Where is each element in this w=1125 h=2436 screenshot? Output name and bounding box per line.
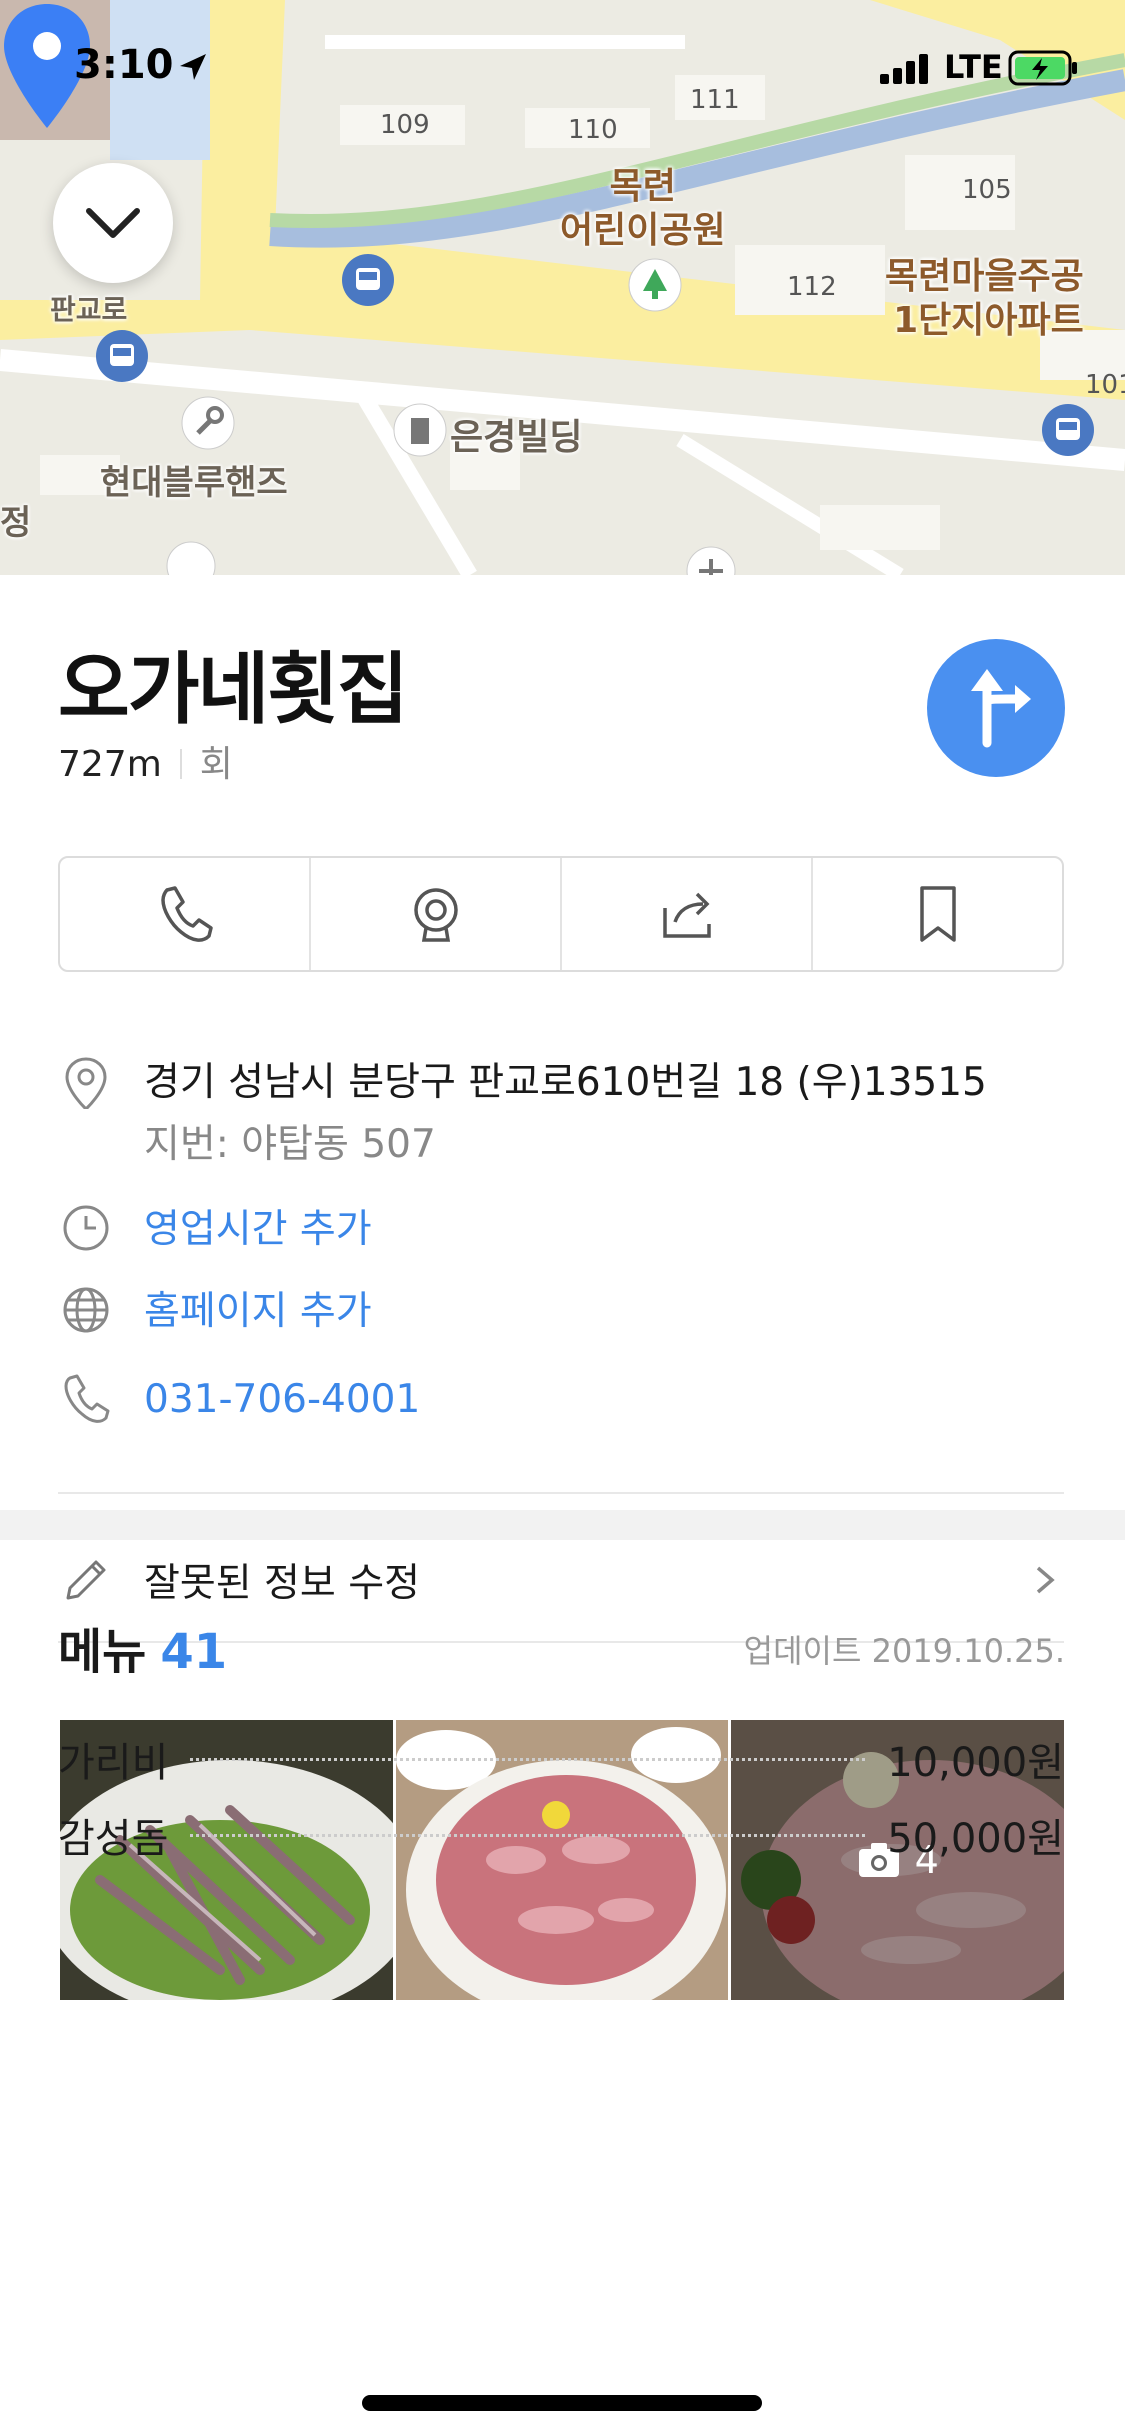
apartment-label[interactable]: 목련마을주공 1단지아파트 [885,255,1084,343]
menu-header[interactable]: 메뉴 41 [58,1612,227,1682]
bus-stop-icon[interactable] [340,252,396,308]
directions-button[interactable] [927,639,1065,777]
signal-icon [880,54,928,84]
menu-item-price: 50,000원 [887,1816,1064,1862]
status-bar: 3:10 LTE [0,0,1125,130]
park-tree-icon [628,258,682,312]
building-number: 112 [787,272,837,302]
street-view-icon [413,888,458,942]
bus-stop-icon[interactable] [1040,402,1096,458]
directions-arrow-icon [971,669,1031,748]
phone-link[interactable]: 031-706-4001 [144,1370,420,1430]
pencil-icon [66,1560,106,1600]
battery-icon [1008,50,1077,86]
building-number: 101 [1085,370,1125,400]
menu-item: 가리비 10,000원 [58,1730,1064,1788]
collapse-button[interactable] [53,163,173,283]
hours-row[interactable]: 영업시간 추가 [58,1200,372,1260]
menu-dots [190,1757,866,1761]
chevron-right-icon [1036,1566,1055,1594]
divider [58,1492,1064,1494]
chevron-down-icon [86,208,140,238]
menu-dots [190,1833,866,1837]
park-label[interactable]: 목련 어린이공원 [560,165,726,253]
car-repair-icon [181,396,235,450]
share-button[interactable] [562,858,813,970]
map-label-partial: 정 [0,503,32,543]
menu-count: 41 [160,1624,228,1680]
menu-item: 감성돔 50,000원 [58,1806,1064,1864]
hyundai-label[interactable]: 현대블루핸즈 [100,455,288,504]
homepage-row[interactable]: 홈페이지 추가 [58,1282,372,1342]
bus-stop-icon[interactable] [94,328,150,384]
share-icon [662,892,711,938]
menu-item-price: 10,000원 [887,1740,1064,1786]
action-bar [58,856,1064,972]
meta-divider [179,749,182,779]
place-name: 오가네횟집 [58,645,409,735]
building-icon [393,403,447,457]
phone-icon [64,1374,110,1423]
phone-row[interactable]: 031-706-4001 [58,1370,420,1430]
address-text[interactable]: 경기 성남시 분당구 판교로610번길 18 (우)13515 [144,1053,987,1113]
place-meta: 727m 회 [58,735,233,787]
bookmark-icon [919,886,956,942]
call-button[interactable] [60,858,311,970]
add-hours-link[interactable]: 영업시간 추가 [144,1200,372,1260]
add-homepage-link[interactable]: 홈페이지 추가 [144,1282,372,1342]
menu-title: 메뉴 [58,1624,147,1680]
call-icon [160,886,213,942]
address-row: 경기 성남시 분당구 판교로610번길 18 (우)13515 지번: 야탑동 … [58,1053,987,1169]
place-category: 회 [199,744,233,785]
building-number: 105 [962,175,1012,205]
road-label: 판교로 [50,293,128,326]
menu-item-name: 감성돔 [58,1816,169,1862]
place-distance: 727m [58,744,162,785]
location-arrow-icon [180,54,206,80]
shopping-icon [166,541,216,575]
jibun-text: 지번: 야탑동 507 [144,1122,436,1167]
hospital-icon [686,546,736,575]
report-error-label: 잘못된 정보 수정 [144,1561,420,1606]
section-separator [0,1510,1125,1540]
home-indicator[interactable] [362,2395,762,2411]
bookmark-button[interactable] [813,858,1062,970]
status-carrier: LTE [944,48,1003,86]
street-view-button[interactable] [311,858,562,970]
status-time: 3:10 [74,42,174,88]
eungyeong-label[interactable]: 은경빌딩 [450,408,582,460]
menu-item-name: 가리비 [58,1740,169,1786]
location-icon [65,1057,107,1109]
menu-updated-date: 업데이트 2019.10.25. [743,1632,1065,1670]
clock-icon [63,1205,109,1251]
globe-icon [63,1287,109,1333]
